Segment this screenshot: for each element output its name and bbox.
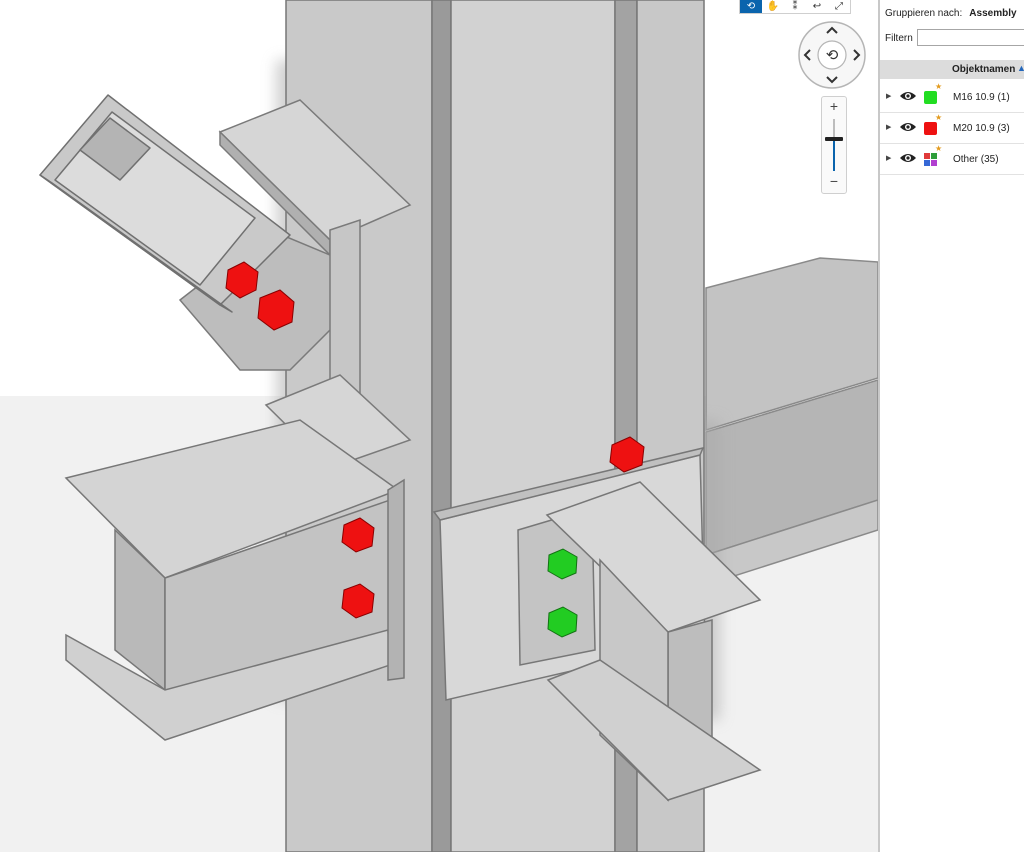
steel-connection-model[interactable]: [0, 0, 878, 852]
object-panel: Gruppieren nach: Assembly Filtern Objektn…: [878, 0, 1024, 852]
column-header-label: Objektnamen: [952, 64, 1016, 75]
star-icon: ★: [935, 144, 943, 153]
navigation-wheel[interactable]: ⟲: [797, 20, 867, 90]
color-swatch[interactable]: [924, 122, 937, 135]
star-icon: ★: [935, 82, 943, 91]
pan-tool-icon[interactable]: ✋: [762, 0, 784, 13]
expand-arrow-icon[interactable]: ▶: [886, 123, 891, 131]
list-item[interactable]: ▶ ★ Other (35): [880, 144, 1024, 175]
zoom-thumb[interactable]: [825, 136, 843, 141]
multi-color-swatch[interactable]: [924, 153, 937, 166]
eye-icon[interactable]: [899, 121, 917, 133]
zoom-out-button[interactable]: −: [822, 173, 846, 189]
group-by-row: Gruppieren nach: Assembly: [885, 8, 1017, 19]
zoom-level-fill: [833, 138, 835, 171]
eye-icon[interactable]: [899, 152, 917, 164]
fullscreen-icon[interactable]: ⤢: [828, 0, 850, 13]
3d-viewport[interactable]: ⟲ ✋ ⁑ ↩ ⤢ ⟲ + −: [0, 0, 878, 852]
group-by-label: Gruppieren nach:: [885, 8, 963, 19]
sort-icon: ▲: [1017, 63, 1024, 73]
color-swatch[interactable]: [924, 91, 937, 104]
zoom-slider[interactable]: + −: [821, 96, 847, 194]
view-toolbar: ⟲ ✋ ⁑ ↩ ⤢: [739, 0, 851, 14]
expand-arrow-icon[interactable]: ▶: [886, 92, 891, 100]
row-label: M16 10.9 (1): [953, 92, 1010, 103]
list-item[interactable]: ▶ ★ M20 10.9 (3): [880, 113, 1024, 144]
filter-input[interactable]: [917, 29, 1024, 46]
nav-orbit-icon[interactable]: ⟲: [826, 46, 839, 64]
orbit-tool-icon[interactable]: ⟲: [740, 0, 762, 13]
column-header-objektnamen[interactable]: Objektnamen ▲: [880, 60, 1024, 79]
expand-arrow-icon[interactable]: ▶: [886, 154, 891, 162]
group-by-value[interactable]: Assembly: [969, 8, 1016, 19]
eye-icon[interactable]: [899, 90, 917, 102]
zoom-in-button[interactable]: +: [822, 98, 846, 114]
walk-tool-icon[interactable]: ⁑: [784, 0, 806, 13]
star-icon: ★: [935, 113, 943, 122]
list-item[interactable]: ▶ ★ M16 10.9 (1): [880, 82, 1024, 113]
right-beam: [705, 257, 878, 587]
filter-label: Filtern: [885, 33, 913, 44]
row-label: M20 10.9 (3): [953, 123, 1010, 134]
undo-view-icon[interactable]: ↩: [806, 0, 828, 13]
row-label: Other (35): [953, 154, 999, 165]
